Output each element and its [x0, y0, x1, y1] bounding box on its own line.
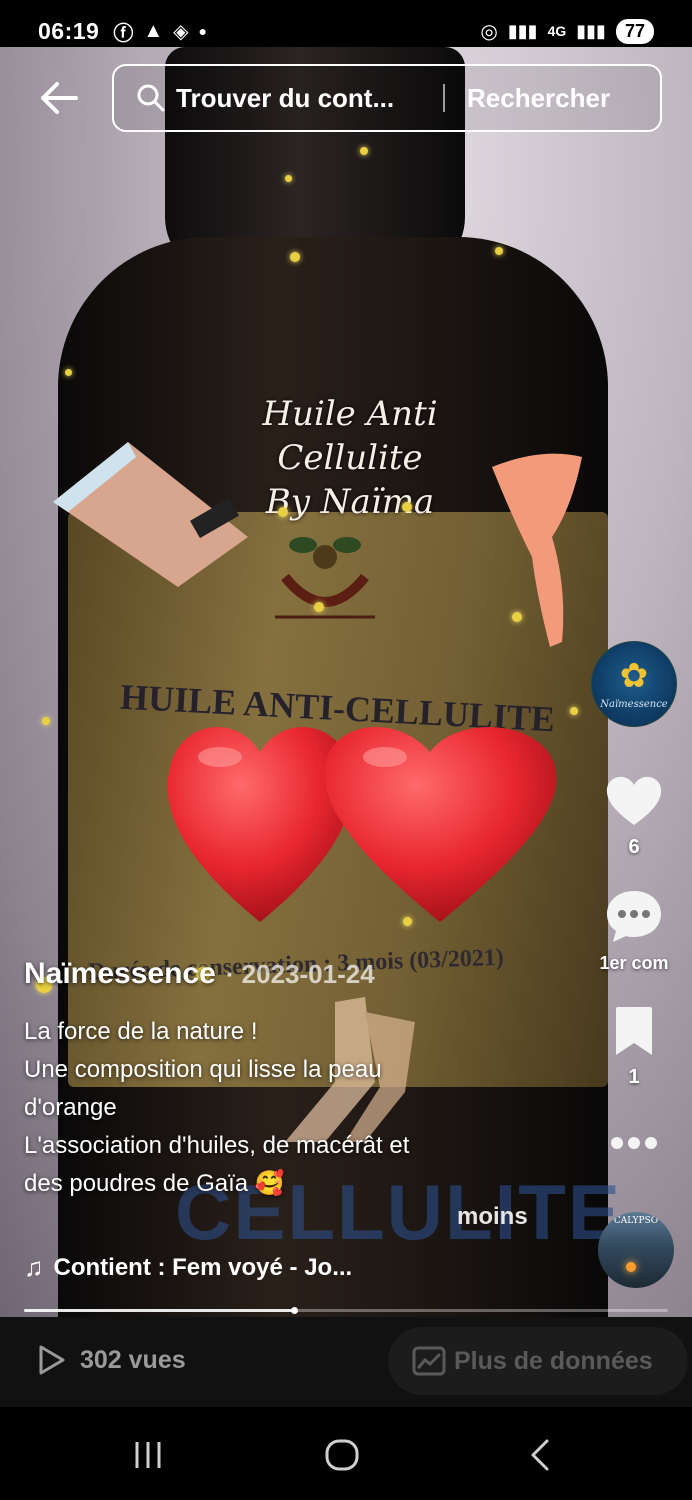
search-bar[interactable]: Trouver du cont... Rechercher: [112, 64, 662, 132]
hotspot-icon: ◎: [480, 20, 498, 43]
search-divider: [443, 84, 445, 112]
recent-apps-button[interactable]: [128, 1435, 168, 1475]
comment-button[interactable]: 1er com: [592, 888, 676, 974]
search-submit-button[interactable]: Rechercher: [467, 83, 610, 114]
sparkle: [285, 175, 292, 182]
sparkle: [512, 612, 522, 622]
home-button[interactable]: [322, 1435, 362, 1475]
back-chevron-icon: [531, 1439, 549, 1471]
sound-avatar[interactable]: CALYPSO: [598, 1212, 674, 1288]
search-input[interactable]: Trouver du cont...: [176, 83, 431, 114]
warning-icon: ▲: [143, 19, 164, 42]
network-type: 4G: [547, 23, 567, 39]
sparkle: [360, 147, 368, 155]
author-name[interactable]: Naïmessence: [24, 957, 216, 991]
system-nav-bar: [0, 1407, 692, 1500]
signal-icon: ▮▮▮: [507, 20, 538, 41]
caption-line: L'association d'huiles, de macérât et: [24, 1132, 410, 1159]
music-row[interactable]: ♫ Contient : Fem voyé - Jo...: [24, 1252, 352, 1283]
back-arrow-icon: [41, 82, 78, 114]
more-data-label: Plus de données: [454, 1346, 653, 1375]
battery-indicator: 77: [615, 18, 654, 44]
bookmark-icon: [616, 1007, 652, 1055]
leg-sticker-left-icon: [53, 442, 248, 587]
show-less-link[interactable]: moins: [457, 1203, 528, 1231]
sparkle: [65, 369, 72, 376]
stats-bar: 302 vues Plus de données: [0, 1317, 692, 1407]
brand-logo-icon: [275, 537, 375, 619]
video-progress-bar[interactable]: [24, 1307, 668, 1314]
post-date: · 2023-01-24: [225, 959, 375, 989]
caption-line: des poudres de Gaïa 🥰: [24, 1170, 285, 1197]
leg-sticker-right-icon: [492, 453, 582, 647]
home-icon: [325, 1439, 359, 1471]
more-dots-icon: [611, 1137, 657, 1149]
more-data-button[interactable]: Plus de données: [388, 1327, 688, 1395]
sparkle: [570, 707, 578, 715]
music-note-icon: ♫: [24, 1252, 44, 1282]
caption-line: d'orange: [24, 1094, 117, 1121]
comment-label: 1er com: [599, 953, 669, 973]
analytics-icon: [412, 1346, 446, 1376]
heart-icon: [606, 776, 662, 825]
more-options-button[interactable]: [592, 1135, 676, 1156]
bookmark-button[interactable]: 1: [592, 1005, 676, 1089]
progress-fill: [24, 1309, 295, 1312]
signal-icon-2: ▮▮▮: [576, 20, 606, 41]
caption-line: La force de la nature !: [24, 1018, 258, 1045]
facebook-icon: ⓕ: [113, 22, 134, 45]
sound-avatar-text: CALYPSO: [613, 1216, 659, 1226]
lotus-icon: ✿: [619, 656, 649, 695]
back-button[interactable]: [36, 75, 82, 121]
sparkle: [290, 252, 300, 262]
play-icon: [39, 1345, 65, 1375]
profile-avatar[interactable]: ✿ Naïmessence: [591, 641, 677, 727]
sparkle: [278, 507, 288, 517]
sparkle: [402, 502, 412, 512]
like-count: 6: [628, 836, 640, 858]
search-icon: [137, 84, 165, 112]
sparkle: [42, 717, 50, 725]
sparkle: [314, 602, 324, 612]
like-button[interactable]: 6: [592, 775, 676, 859]
status-time: 06:19: [38, 17, 100, 44]
views-label: 302 vues: [80, 1345, 186, 1374]
dot-icon: ●: [198, 23, 207, 39]
back-nav-button[interactable]: [520, 1435, 560, 1475]
author-row: Naïmessence · 2023-01-24: [24, 957, 375, 991]
avatar-brand-text: Naïmessence: [600, 698, 668, 710]
caption-line: Une composition qui lisse la peau: [24, 1056, 382, 1083]
recent-apps-icon: [135, 1442, 161, 1468]
views-counter: 302 vues: [34, 1343, 186, 1377]
sparkle: [495, 247, 503, 255]
comment-icon: [607, 891, 661, 942]
bookmark-count: 1: [628, 1066, 640, 1088]
post-caption[interactable]: La force de la nature ! Une composition …: [24, 1013, 544, 1203]
music-title: Contient : Fem voyé - Jo...: [53, 1253, 353, 1281]
system-status: ◎ ▮▮▮ 4G ▮▮▮ 77: [480, 18, 654, 44]
notification-icons: ⓕ ▲ ◈ ●: [113, 17, 207, 46]
layers-icon: ◈: [173, 20, 189, 43]
hearts-sticker-icon: [167, 726, 557, 922]
campfire-icon: [626, 1262, 636, 1272]
